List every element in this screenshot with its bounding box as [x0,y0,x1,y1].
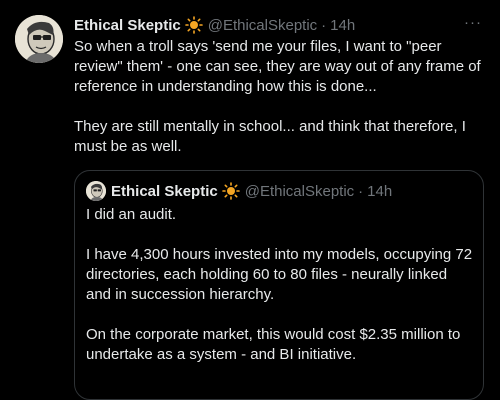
tweet-header: Ethical Skeptic @EthicalSkeptic · 14h [74,14,355,36]
quoted-paragraph: I did an audit. [86,206,177,223]
quoted-paragraph: On the corporate market, this would cost… [86,326,461,363]
quoted-timestamp: 14h [367,182,393,200]
avatar-image [15,15,63,63]
quoted-paragraph: I have 4,300 hours invested into my mode… [86,246,473,303]
quoted-tweet[interactable]: Ethical Skeptic @EthicalSkeptic · 14h I … [74,170,484,400]
tweet-text: So when a troll says 'send me your files… [74,37,484,157]
tweet-paragraph: They are still mentally in school... and… [74,118,466,155]
sun-icon [184,16,203,34]
quoted-tweet-text: I did an audit. I have 4,300 hours inves… [86,205,476,365]
quoted-author-handle: @EthicalSkeptic [244,182,355,200]
author-name[interactable]: Ethical Skeptic [74,17,181,34]
quoted-tweet-header: Ethical Skeptic @EthicalSkeptic · 14h [86,181,392,201]
separator-dot: · [321,16,327,34]
tweet[interactable]: Ethical Skeptic @EthicalSkeptic · 14h ··… [0,0,500,400]
timestamp[interactable]: 14h [330,17,355,34]
author-handle[interactable]: @EthicalSkeptic [208,17,317,34]
quoted-author-name: Ethical Skeptic [111,182,218,200]
separator-dot: · [358,182,364,200]
avatar[interactable] [15,15,63,63]
sun-icon [221,182,240,200]
quoted-avatar [86,181,106,201]
more-options-icon[interactable]: ··· [464,14,482,31]
tweet-paragraph: So when a troll says 'send me your files… [74,38,481,95]
